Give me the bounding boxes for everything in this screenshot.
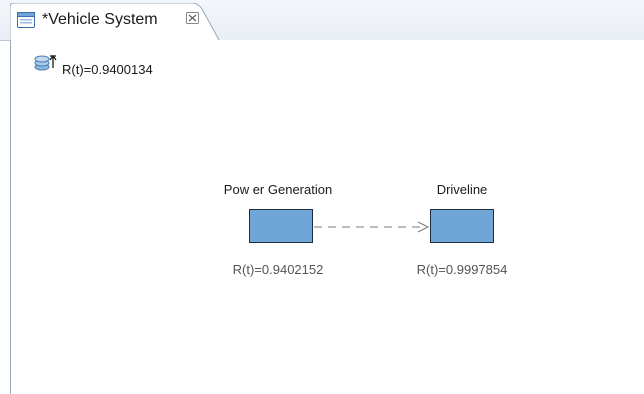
block-power-generation[interactable] [249,209,313,243]
tab-title: *Vehicle System [42,11,158,28]
diagram-canvas[interactable]: R(t)=0.9400134 Pow er Generation R(t)=0.… [10,40,644,394]
reliability-stack-icon [34,54,58,74]
block-reliability-driveline: R(t)=0.9997854 [416,262,508,277]
system-reliability: R(t)=0.9400134 [62,62,153,77]
close-icon[interactable] [184,9,202,27]
diagram-editor-icon [17,12,35,28]
block-label-driveline: Driveline [436,182,488,197]
editor-window: *Vehicle System R(t)=0.9400134 Pow er Ge… [0,0,644,394]
block-label-power-generation: Pow er Generation [223,182,333,197]
dashed-arrow-connector[interactable] [314,220,432,234]
tab-vehicle-system[interactable]: *Vehicle System [10,3,220,41]
tab-bar: *Vehicle System [0,0,644,41]
block-driveline[interactable] [430,209,494,243]
block-reliability-power-generation: R(t)=0.9402152 [232,262,324,277]
